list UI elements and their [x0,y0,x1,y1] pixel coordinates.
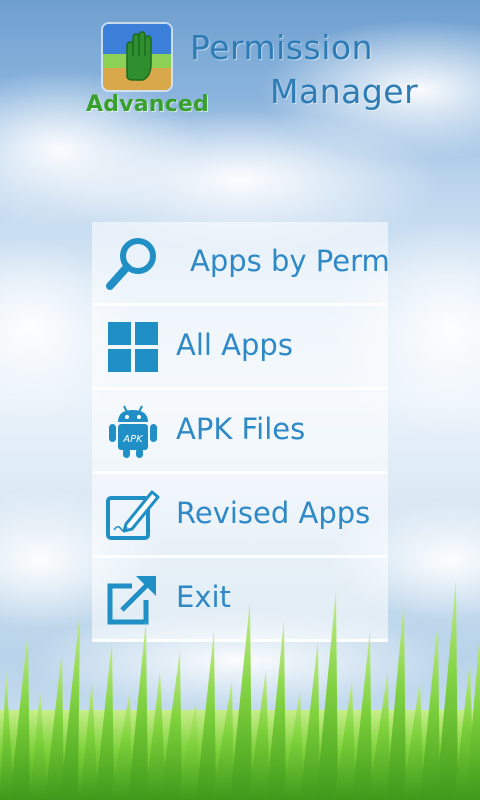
android-apk-icon: APK [109,405,157,458]
menu-item-revised-apps[interactable]: Revised Apps [92,474,388,558]
menu-item-label: All Apps [176,328,293,362]
menu-item-apps-by-permission[interactable]: Apps by Permission [92,222,388,306]
app-header: Advanced Permission Manager [0,0,480,125]
hand-icon [103,24,171,90]
grass-background [0,580,480,800]
menu-item-apk-files[interactable]: APK APK Files [92,390,388,474]
menu-item-label: Apps by Permission [190,244,388,278]
app-logo [103,24,171,90]
svg-text:APK: APK [122,434,144,445]
app-title-line1: Permission [190,28,373,67]
magnifier-icon [106,238,156,290]
advanced-badge: Advanced [86,92,209,117]
menu-item-label: APK Files [176,412,306,446]
edit-document-icon [106,490,160,540]
grid-icon [108,322,158,372]
menu-item-label: Revised Apps [176,496,371,530]
app-title-line2: Manager [270,72,419,111]
menu-item-all-apps[interactable]: All Apps [92,306,388,390]
